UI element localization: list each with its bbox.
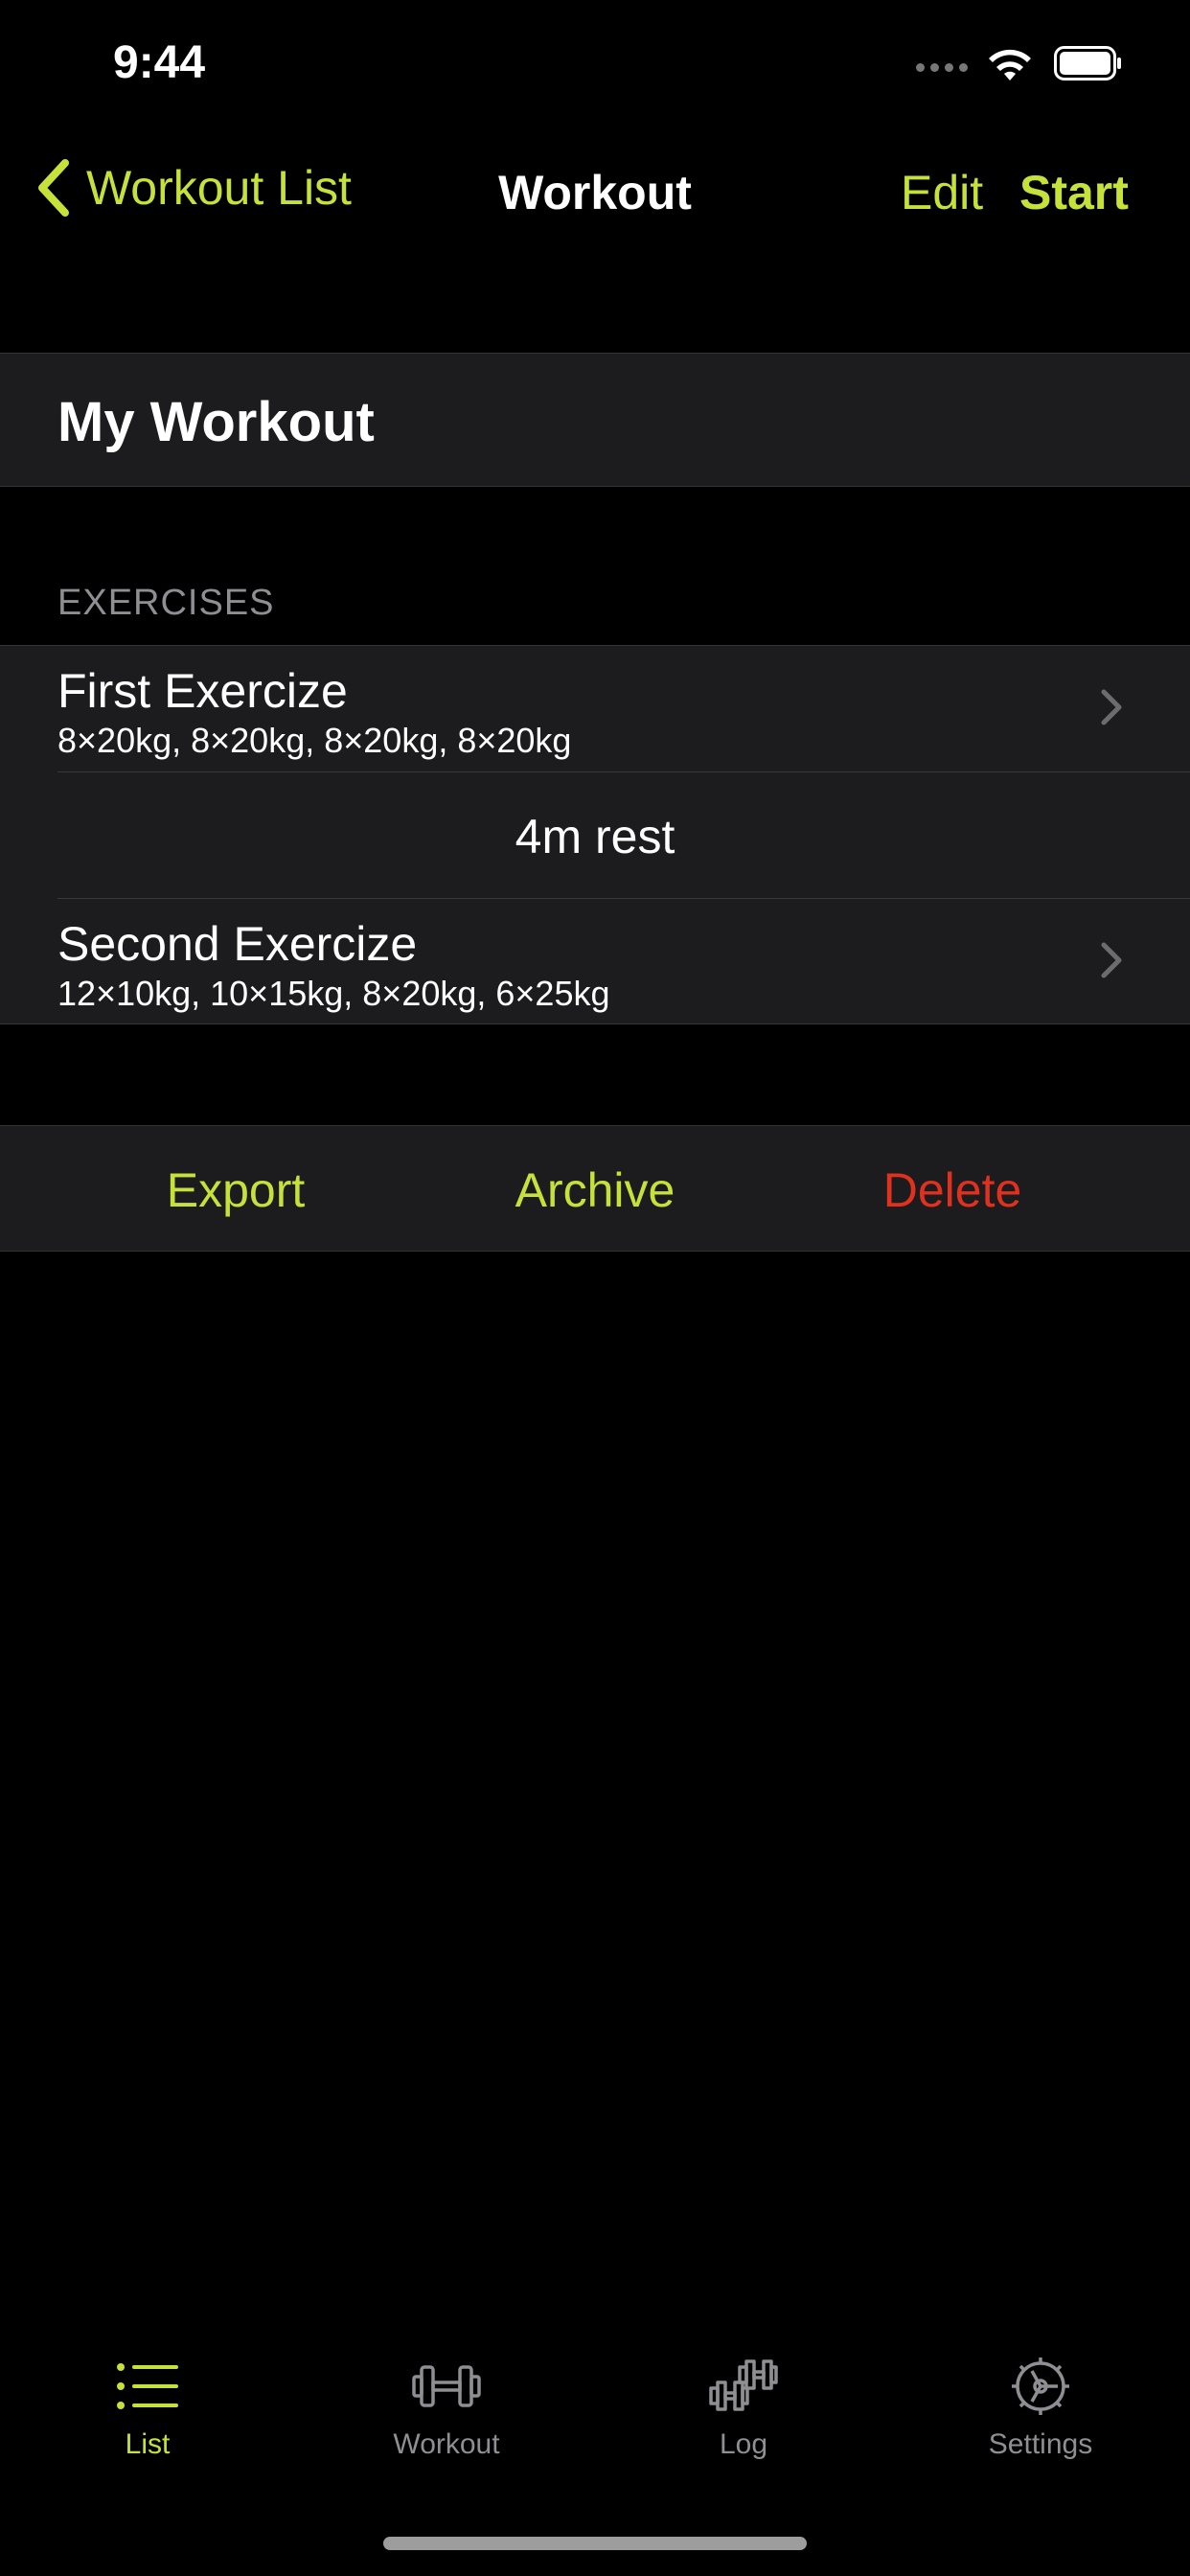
exercise-sets: 8×20kg, 8×20kg, 8×20kg, 8×20kg	[57, 721, 572, 760]
tab-label: List	[125, 2428, 171, 2460]
start-button[interactable]: Start	[1019, 165, 1129, 220]
dumbbell-icon	[412, 2365, 481, 2407]
cellular-signal-icon	[916, 63, 968, 72]
workout-name-cell[interactable]: My Workout	[0, 353, 1190, 487]
battery-icon	[1054, 46, 1121, 80]
exercises-section-header: EXERCISES	[57, 583, 275, 623]
home-indicator	[383, 2537, 807, 2550]
chevron-right-icon	[1101, 942, 1122, 978]
tab-bar: List Workout Log Settings	[0, 2338, 1190, 2482]
tab-workout[interactable]: Workout	[341, 2338, 552, 2461]
status-time: 9:44	[113, 37, 206, 88]
tab-label: Log	[719, 2428, 768, 2460]
navigation-bar: Workout List Workout Edit Start	[0, 144, 1190, 240]
exercise-row[interactable]: Second Exercize 12×10kg, 10×15kg, 8×20kg…	[0, 899, 1190, 1024]
list-icon	[117, 2363, 178, 2409]
gear-icon	[1012, 2358, 1069, 2415]
exercise-list: First Exercize 8×20kg, 8×20kg, 8×20kg, 8…	[0, 645, 1190, 1024]
archive-button[interactable]: Archive	[451, 1162, 739, 1218]
tab-label: Workout	[393, 2428, 500, 2460]
exercise-row[interactable]: First Exercize 8×20kg, 8×20kg, 8×20kg, 8…	[0, 646, 1190, 771]
log-dumbbells-icon	[709, 2359, 778, 2411]
workout-name: My Workout	[57, 391, 375, 453]
exercise-name: Second Exercize	[57, 917, 418, 971]
status-bar: 9:44	[0, 0, 1190, 134]
export-button[interactable]: Export	[92, 1162, 379, 1218]
workout-actions: Export Archive Delete	[0, 1125, 1190, 1252]
exercise-sets: 12×10kg, 10×15kg, 8×20kg, 6×25kg	[57, 974, 610, 1013]
tab-settings[interactable]: Settings	[935, 2338, 1146, 2461]
delete-button[interactable]: Delete	[809, 1162, 1096, 1218]
rest-label: 4m rest	[515, 810, 675, 863]
chevron-right-icon	[1101, 689, 1122, 725]
rest-row[interactable]: 4m rest	[0, 772, 1190, 898]
tab-list[interactable]: List	[42, 2338, 253, 2461]
edit-button[interactable]: Edit	[901, 165, 983, 220]
wifi-icon	[989, 49, 1031, 80]
page-title: Workout	[498, 166, 692, 219]
tab-log[interactable]: Log	[638, 2338, 849, 2461]
exercise-name: First Exercize	[57, 664, 348, 718]
tab-label: Settings	[988, 2428, 1093, 2460]
